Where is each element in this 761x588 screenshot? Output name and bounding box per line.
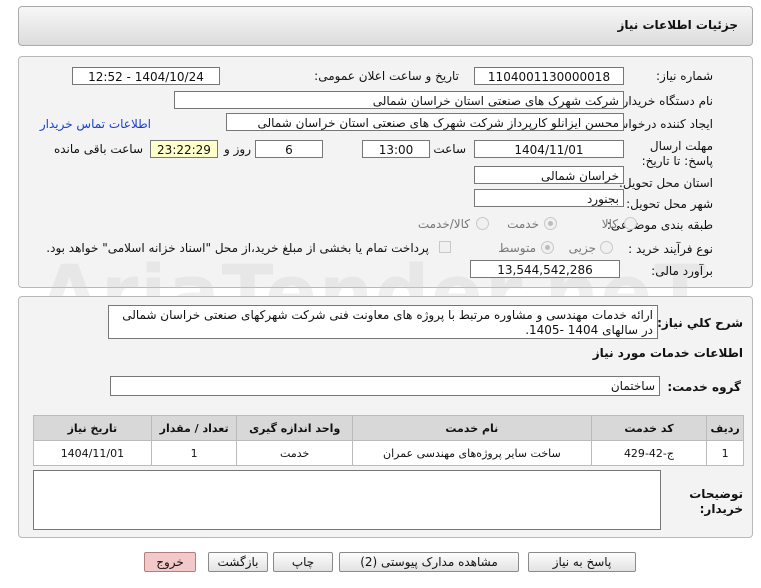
cell-row: 1 [706, 440, 744, 466]
remaining-label: ساعت باقی مانده [53, 142, 143, 156]
description-label: شرح کلي نياز: [657, 316, 743, 330]
back-button[interactable]: بازگشت [208, 552, 268, 572]
days-field: 6 [255, 140, 323, 158]
purchase-minor-label: جزیی [568, 241, 596, 255]
buyer-org-label: نام دستگاه خریدار: [618, 94, 714, 108]
col-date-header: تاریخ نیاز [33, 415, 152, 441]
reply-button[interactable]: پاسخ به نیاز [528, 552, 636, 572]
col-row-header: ردیف [706, 415, 744, 441]
services-section-title: اطلاعات خدمات مورد نیاز [592, 346, 743, 360]
category-service-label: خدمت [507, 217, 539, 231]
province-field: خراسان شمالی [474, 166, 624, 184]
category-radio-service[interactable] [544, 217, 557, 230]
category-goods-service-label: کالا/خدمت [417, 217, 470, 231]
creator-field: محسن ایزانلو کارپرداز شرکت شهرک های صنعت… [226, 113, 624, 131]
print-button[interactable]: چاپ [273, 552, 333, 572]
service-group-field: ساختمان [110, 376, 660, 396]
buyer-org-field: شرکت شهرک های صنعتی استان خراسان شمالی [174, 91, 624, 109]
days-label: روز و [224, 142, 251, 156]
need-number-field: 1104001130000018 [474, 67, 624, 85]
category-radio-goods[interactable] [624, 217, 637, 230]
estimate-label: برآورد مالی: [651, 264, 713, 278]
cell-code: ج-42-429 [590, 440, 708, 466]
deadline-time-label: ساعت [433, 142, 466, 156]
buyer-notes-textarea[interactable] [33, 470, 661, 530]
deadline-label: مهلت ارسال پاسخ: تا تاریخ: [641, 139, 713, 168]
services-table: ردیف کد خدمت نام خدمت واحد اندازه گیری ت… [33, 415, 744, 466]
window-title: جزئیات اطلاعات نیاز [617, 18, 738, 32]
purchase-type-label: نوع فرآیند خرید : [628, 242, 713, 256]
service-group-label: گروه خدمت: [667, 380, 741, 394]
cell-name: ساخت سایر پروژه‌های مهندسی عمران [351, 440, 592, 466]
cell-unit: خدمت [236, 440, 353, 466]
estimate-field: 13,544,542,286 [470, 260, 620, 278]
category-goods-label: کالا [601, 217, 618, 231]
remaining-time-field: 23:22:29 [150, 140, 218, 158]
cell-qty: 1 [150, 440, 238, 466]
purchase-radio-medium[interactable] [541, 241, 554, 254]
deadline-date-field: 1404/11/01 [474, 140, 624, 158]
table-row: 1 ج-42-429 ساخت سایر پروژه‌های مهندسی عم… [33, 440, 744, 466]
announce-label: تاریخ و ساعت اعلان عمومی: [314, 69, 459, 83]
category-radio-goods-service[interactable] [476, 217, 489, 230]
city-field: بجنورد [474, 189, 624, 207]
announce-field: 1404/10/24 - 12:52 [72, 67, 220, 85]
col-qty-header: تعداد / مقدار [150, 415, 238, 441]
table-header-row: ردیف کد خدمت نام خدمت واحد اندازه گیری ت… [33, 415, 744, 441]
deadline-time-field: 13:00 [362, 140, 430, 158]
treasury-note: پرداخت تمام یا بخشی از مبلغ خرید،از محل … [46, 241, 429, 255]
description-textarea[interactable]: ارائه خدمات مهندسی و مشاوره مرتبط با پرو… [108, 305, 658, 339]
category-label: طبقه بندی موضوعی: [606, 218, 713, 232]
province-label: استان محل تحویل: [618, 176, 713, 190]
window-titlebar: جزئیات اطلاعات نیاز [18, 6, 753, 46]
col-name-header: نام خدمت [351, 415, 592, 441]
col-code-header: کد خدمت [590, 415, 708, 441]
city-label: شهر محل تحویل: [626, 197, 713, 211]
col-unit-header: واحد اندازه گیری [236, 415, 353, 441]
attachments-button[interactable]: مشاهده مدارک پیوستی (2) [339, 552, 519, 572]
purchase-radio-minor[interactable] [600, 241, 613, 254]
need-number-label: شماره نیاز: [656, 69, 713, 83]
exit-button[interactable]: خروج [144, 552, 196, 572]
buyer-notes-label: توضیحات خریدار: [689, 487, 743, 516]
buyer-contact-link[interactable]: اطلاعات تماس خریدار [40, 117, 151, 131]
purchase-medium-label: متوسط [498, 241, 536, 255]
treasury-checkbox[interactable] [439, 241, 451, 253]
cell-date: 1404/11/01 [33, 440, 152, 466]
